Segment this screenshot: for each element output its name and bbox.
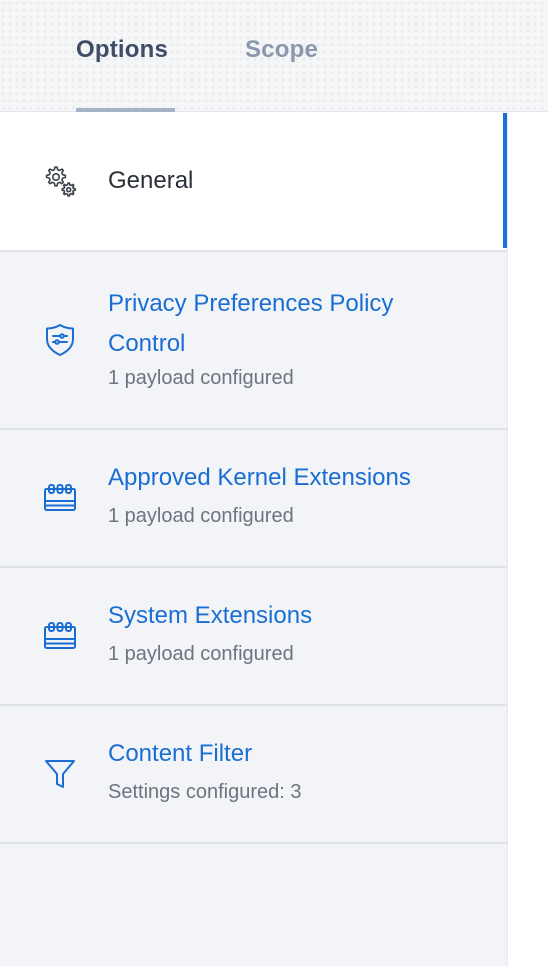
sidebar-item-privacy-preferences[interactable]: Privacy Preferences Policy Control 1 pay… (0, 252, 507, 430)
funnel-icon (45, 760, 75, 788)
sidebar-item-label: System Extensions (108, 602, 313, 629)
tab-scope[interactable]: Scope (245, 36, 318, 64)
payload-sidebar: General Privacy Preferences Policy Contr… (0, 113, 507, 966)
active-tab-indicator (76, 108, 175, 112)
sidebar-item-label: Approved Kernel Extensions (108, 464, 411, 491)
gears-icon (45, 166, 76, 197)
tab-options[interactable]: Options (76, 36, 168, 64)
sidebar-item-label-line2: Control (108, 330, 186, 357)
sidebar-item-general[interactable]: General (0, 113, 507, 252)
sidebar-item-subtitle: 1 payload configured (108, 505, 294, 527)
sidebar-item-subtitle: 1 payload configured (108, 367, 294, 389)
sidebar-item-system-extensions[interactable]: System Extensions 1 payload configured (0, 568, 507, 706)
content-pane (507, 113, 548, 966)
sidebar-item-subtitle: Settings configured: 3 (108, 781, 302, 803)
shield-icon (46, 324, 74, 356)
sidebar-item-approved-kernel-extensions[interactable]: Approved Kernel Extensions 1 payload con… (0, 430, 507, 568)
kernel-extension-icon (44, 484, 76, 511)
sidebar-item-content-filter[interactable]: Content Filter Settings configured: 3 (0, 706, 507, 844)
system-extension-icon (44, 622, 76, 649)
sidebar-item-subtitle: 1 payload configured (108, 643, 294, 665)
sidebar-item-label: Content Filter (108, 740, 253, 767)
sidebar-item-label-line1: Privacy Preferences Policy (108, 290, 394, 317)
tab-bar: Options Scope (0, 0, 548, 112)
sidebar-item-label: General (108, 167, 194, 194)
